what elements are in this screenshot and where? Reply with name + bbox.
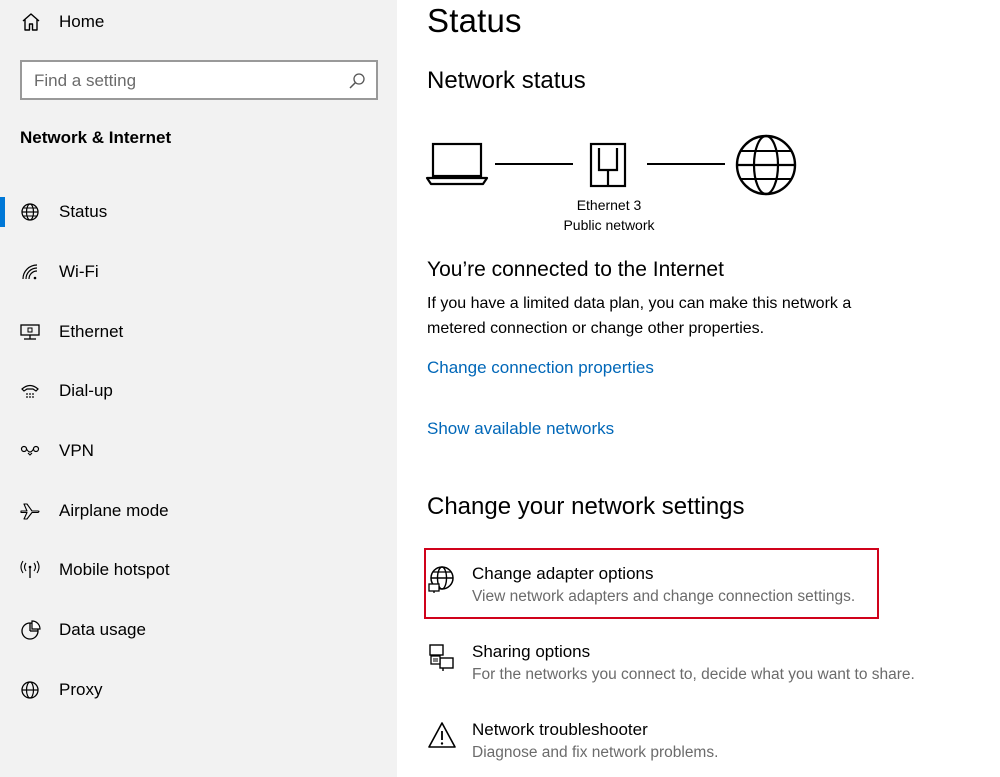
option-subtitle: Diagnose and fix network problems. bbox=[472, 744, 719, 761]
sidebar-item-label: Status bbox=[59, 202, 108, 221]
sidebar: Home Network & Internet Status Wi-Fi bbox=[0, 0, 397, 777]
wifi-icon bbox=[22, 264, 38, 280]
search-input[interactable] bbox=[34, 70, 334, 92]
laptop-icon bbox=[425, 142, 489, 186]
sidebar-item-label: Wi-Fi bbox=[59, 262, 99, 281]
sidebar-item-airplane-mode[interactable]: Airplane mode bbox=[0, 486, 397, 536]
network-troubleshooter[interactable]: Network troubleshooter Diagnose and fix … bbox=[423, 704, 893, 774]
change-connection-properties-link[interactable]: Change connection properties bbox=[427, 358, 654, 378]
ethernet-port-icon bbox=[589, 142, 627, 188]
vpn-icon bbox=[20, 445, 40, 456]
main-content: Status Network status Ethernet 3 Public … bbox=[397, 0, 1000, 777]
highlight-box bbox=[424, 548, 879, 619]
section-title: Network & Internet bbox=[20, 128, 172, 147]
data-usage-icon bbox=[21, 620, 41, 640]
selected-indicator bbox=[0, 197, 5, 227]
connected-heading: You’re connected to the Internet bbox=[427, 258, 724, 281]
sidebar-item-vpn[interactable]: VPN bbox=[0, 426, 397, 476]
dialup-icon bbox=[21, 384, 39, 398]
sidebar-item-status[interactable]: Status bbox=[0, 187, 397, 237]
sidebar-item-ethernet[interactable]: Ethernet bbox=[0, 307, 397, 357]
hotspot-icon bbox=[20, 560, 40, 578]
warning-icon bbox=[428, 722, 456, 748]
change-settings-heading: Change your network settings bbox=[427, 493, 745, 520]
proxy-icon bbox=[21, 681, 39, 699]
sidebar-item-mobile-hotspot[interactable]: Mobile hotspot bbox=[0, 545, 397, 595]
sidebar-item-label: Proxy bbox=[59, 680, 103, 699]
network-status-heading: Network status bbox=[427, 67, 586, 94]
network-diagram: Ethernet 3 Public network bbox=[425, 130, 805, 240]
sidebar-item-label: Mobile hotspot bbox=[59, 560, 170, 579]
connected-description: If you have a limited data plan, you can… bbox=[427, 295, 852, 337]
search-icon[interactable] bbox=[348, 72, 366, 90]
sidebar-item-label: Ethernet bbox=[59, 322, 124, 341]
adapter-name: Ethernet 3 bbox=[576, 197, 642, 213]
airplane-icon bbox=[20, 503, 40, 520]
sidebar-item-dialup[interactable]: Dial-up bbox=[0, 366, 397, 416]
home-label: Home bbox=[59, 12, 105, 31]
network-type: Public network bbox=[563, 217, 655, 233]
sidebar-item-label: VPN bbox=[59, 441, 94, 460]
search-box[interactable] bbox=[20, 60, 378, 100]
sidebar-item-proxy[interactable]: Proxy bbox=[0, 665, 397, 715]
option-subtitle: For the networks you connect to, decide … bbox=[472, 666, 915, 683]
sharing-options[interactable]: Sharing options For the networks you con… bbox=[423, 626, 915, 696]
network-diagram-graphic bbox=[425, 134, 797, 196]
sharing-icon bbox=[429, 644, 454, 671]
page-title: Status bbox=[427, 2, 522, 39]
globe-status-icon bbox=[21, 203, 39, 221]
sidebar-item-label: Dial-up bbox=[59, 381, 113, 400]
home-nav-item[interactable]: Home bbox=[0, 0, 397, 46]
show-available-networks-link[interactable]: Show available networks bbox=[427, 419, 614, 439]
sidebar-item-wifi[interactable]: Wi-Fi bbox=[0, 247, 397, 297]
option-title: Network troubleshooter bbox=[472, 720, 648, 739]
sidebar-item-label: Airplane mode bbox=[59, 501, 169, 520]
home-icon bbox=[22, 13, 40, 31]
sidebar-item-label: Data usage bbox=[59, 620, 146, 639]
ethernet-icon bbox=[20, 324, 40, 340]
sidebar-item-data-usage[interactable]: Data usage bbox=[0, 605, 397, 655]
internet-globe-icon bbox=[735, 134, 797, 196]
option-title: Sharing options bbox=[472, 642, 591, 661]
